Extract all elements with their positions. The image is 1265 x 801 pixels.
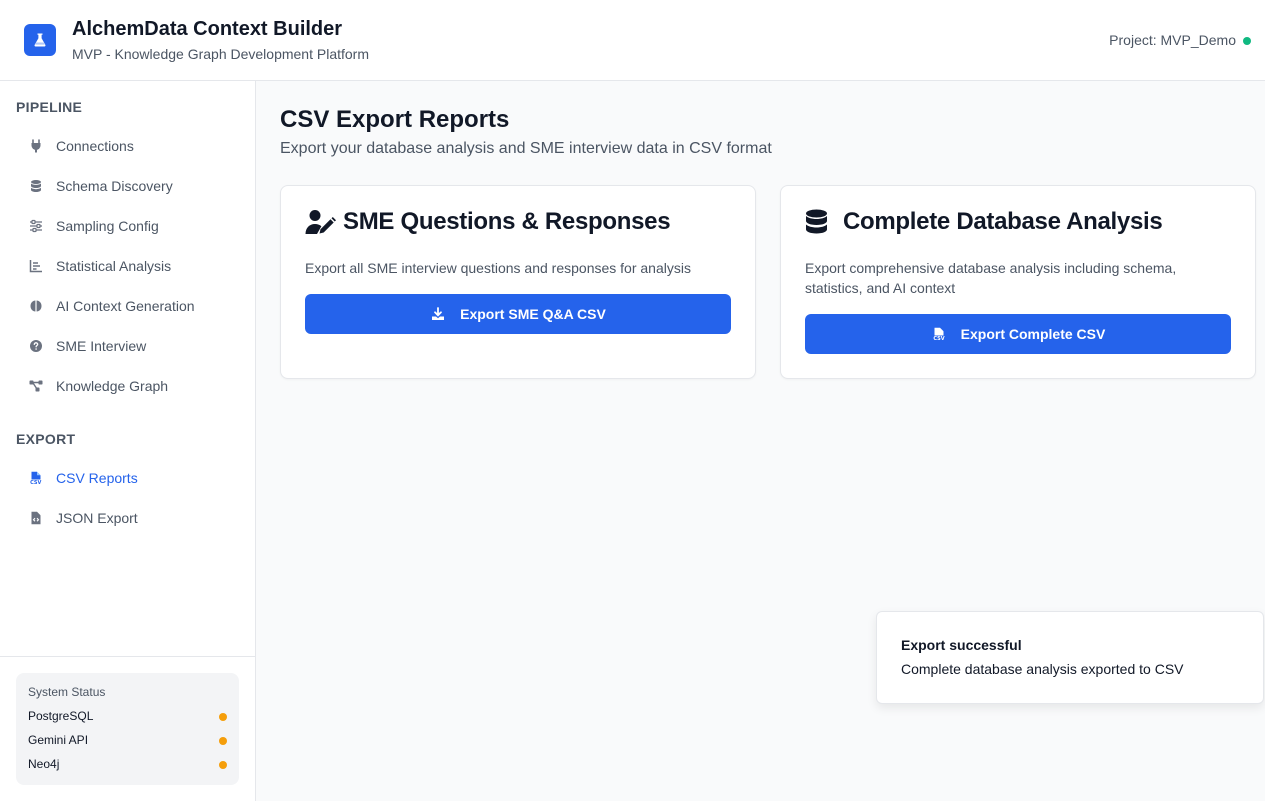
status-indicator xyxy=(219,713,227,721)
system-status-panel: System Status PostgreSQL Gemini API Neo4… xyxy=(16,673,239,785)
app-header: AlchemData Context Builder MVP - Knowled… xyxy=(0,0,1265,81)
toast-title: Export successful xyxy=(901,637,1022,653)
sidebar-item-label: Knowledge Graph xyxy=(56,378,169,394)
status-label: Gemini API xyxy=(28,733,89,747)
export-success-toast[interactable]: Export successful Complete database anal… xyxy=(876,611,1264,704)
sidebar-item-label: Connections xyxy=(56,138,134,154)
toast-message: Complete database analysis exported to C… xyxy=(901,661,1184,677)
sidebar-item-connections[interactable]: Connections xyxy=(16,128,240,164)
button-label: Export Complete CSV xyxy=(960,326,1106,342)
sidebar-divider xyxy=(0,656,255,657)
card-description: Export comprehensive database analysis i… xyxy=(805,260,1177,296)
app-title: AlchemData Context Builder xyxy=(72,18,343,40)
download-icon xyxy=(430,306,446,322)
export-section-label: EXPORT xyxy=(16,431,76,447)
sidebar-item-label: Schema Discovery xyxy=(56,178,173,194)
card-title: SME Questions & Responses xyxy=(305,208,671,236)
card-title-text: Complete Database Analysis xyxy=(843,208,1163,235)
card-title: Complete Database Analysis xyxy=(805,208,1163,236)
sidebar-item-label: SME Interview xyxy=(56,338,147,354)
page-subtitle: Export your database analysis and SME in… xyxy=(280,140,772,157)
export-complete-csv-button[interactable]: CSV Export Complete CSV xyxy=(805,314,1231,354)
project-label: Project: MVP_Demo xyxy=(1109,32,1236,48)
sidebar-item-schema-discovery[interactable]: Schema Discovery xyxy=(16,168,240,204)
code-file-icon xyxy=(28,510,44,526)
graph-icon xyxy=(28,378,44,394)
sidebar-item-label: CSV Reports xyxy=(56,470,138,486)
brain-icon xyxy=(28,298,44,314)
pipeline-section-label: PIPELINE xyxy=(16,99,83,115)
database-icon xyxy=(28,178,44,194)
app-subtitle: MVP - Knowledge Graph Development Platfo… xyxy=(72,46,369,62)
sidebar-item-statistical-analysis[interactable]: Statistical Analysis xyxy=(16,248,240,284)
sidebar-item-sme-interview[interactable]: SME Interview xyxy=(16,328,240,364)
user-edit-icon xyxy=(305,208,337,236)
sidebar-item-label: AI Context Generation xyxy=(56,298,195,314)
status-indicator xyxy=(219,737,227,745)
sidebar-item-knowledge-graph[interactable]: Knowledge Graph xyxy=(16,368,240,404)
sidebar-item-label: Sampling Config xyxy=(56,218,159,234)
database-icon xyxy=(805,208,837,236)
database-export-card: Complete Database Analysis Export compre… xyxy=(780,185,1256,379)
card-description: Export all SME interview questions and r… xyxy=(305,260,691,276)
svg-text:CSV: CSV xyxy=(933,336,944,341)
status-row-postgresql: PostgreSQL xyxy=(28,709,227,725)
sidebar-item-label: JSON Export xyxy=(56,510,138,526)
status-label: PostgreSQL xyxy=(28,709,94,723)
system-status-title: System Status xyxy=(28,685,106,699)
button-label: Export SME Q&A CSV xyxy=(460,306,606,322)
csv-file-icon: CSV xyxy=(28,470,44,486)
status-row-neo4j: Neo4j xyxy=(28,757,227,773)
chart-icon xyxy=(28,258,44,274)
flask-icon[interactable] xyxy=(24,24,56,56)
card-title-text: SME Questions & Responses xyxy=(343,208,671,235)
sidebar: PIPELINE Connections Schema Discovery Sa… xyxy=(0,81,256,801)
question-icon xyxy=(28,338,44,354)
sidebar-item-ai-context-generation[interactable]: AI Context Generation xyxy=(16,288,240,324)
status-indicator xyxy=(219,761,227,769)
status-row-gemini-api: Gemini API xyxy=(28,733,227,749)
sliders-icon xyxy=(28,218,44,234)
export-sme-csv-button[interactable]: Export SME Q&A CSV xyxy=(305,294,731,334)
csv-file-icon: CSV xyxy=(931,326,947,342)
sidebar-item-json-export[interactable]: JSON Export xyxy=(16,500,240,536)
plug-icon xyxy=(28,138,44,154)
status-label: Neo4j xyxy=(28,757,60,771)
sme-export-card: SME Questions & Responses Export all SME… xyxy=(280,185,756,379)
sidebar-item-sampling-config[interactable]: Sampling Config xyxy=(16,208,240,244)
svg-text:CSV: CSV xyxy=(30,480,41,485)
sidebar-item-label: Statistical Analysis xyxy=(56,258,172,274)
sidebar-item-csv-reports[interactable]: CSV CSV Reports xyxy=(16,460,240,496)
project-status-dot xyxy=(1243,37,1251,45)
page-title: CSV Export Reports xyxy=(280,106,510,133)
